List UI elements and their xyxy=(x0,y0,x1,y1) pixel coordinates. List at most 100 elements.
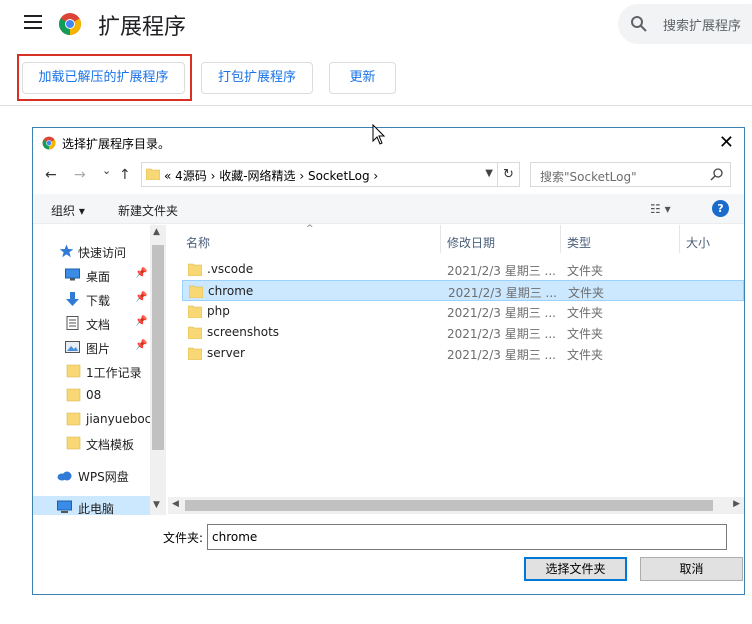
nav-item-desktop[interactable]: 桌面 📌 xyxy=(33,264,151,286)
mouse-cursor-icon xyxy=(372,124,386,145)
cloud-icon xyxy=(57,471,72,481)
organize-menu[interactable]: 组织 ▾ xyxy=(51,202,85,219)
column-label: 名称 xyxy=(186,236,211,250)
file-name: server xyxy=(207,346,245,360)
column-label: 大小 xyxy=(686,236,711,250)
cancel-button[interactable]: 取消 xyxy=(640,557,743,581)
file-date: 2021/2/3 星期三 ... xyxy=(447,327,556,341)
pin-icon: 📌 xyxy=(135,316,148,327)
extensions-header: 扩展程序 搜索扩展程序 xyxy=(0,0,752,48)
dialog-toolbar: 组织 ▾ 新建文件夹 ☷ ▾ ? xyxy=(33,194,744,224)
column-header-name[interactable]: 名称 xyxy=(176,225,441,253)
pin-icon: 📌 xyxy=(135,268,148,279)
dialog-title: 选择扩展程序目录。 xyxy=(62,137,171,151)
nav-item-folder-templates[interactable]: 文档模板 xyxy=(33,432,151,454)
folder-icon xyxy=(188,305,202,318)
help-icon[interactable]: ? xyxy=(712,200,729,217)
folder-icon xyxy=(189,285,203,298)
file-row[interactable]: server 2021/2/3 星期三 ... 文件夹 xyxy=(182,343,744,364)
close-icon[interactable]: ✕ xyxy=(719,132,734,153)
folder-icon xyxy=(188,263,202,276)
search-icon xyxy=(710,168,723,181)
pin-icon: 📌 xyxy=(135,292,148,303)
header-divider xyxy=(0,105,752,106)
nav-item-pictures[interactable]: 图片 📌 xyxy=(33,336,151,358)
nav-item-documents[interactable]: 文档 📌 xyxy=(33,312,151,334)
chrome-small-icon xyxy=(42,136,56,150)
star-icon xyxy=(59,244,74,258)
menu-icon[interactable] xyxy=(24,15,42,29)
nav-item-label: 1工作记录 xyxy=(86,366,142,380)
scroll-right-icon[interactable]: ▶ xyxy=(733,499,740,509)
page-title: 扩展程序 xyxy=(98,15,187,40)
nav-item-label: 此电脑 xyxy=(78,502,115,515)
column-header-date[interactable]: 修改日期 xyxy=(441,225,561,253)
folder-search-placeholder: 搜索"SocketLog" xyxy=(540,170,637,184)
folder-icon xyxy=(66,436,81,450)
up-arrow-icon[interactable]: ↑ xyxy=(119,167,131,183)
nav-item-label: 下载 xyxy=(86,294,111,308)
select-folder-dialog: 选择扩展程序目录。 ✕ ← → ⌄ ↑ « 4源码 › 收藏-网络精选 › So… xyxy=(32,127,745,595)
update-button[interactable]: 更新 xyxy=(329,62,396,94)
extensions-search[interactable]: 搜索扩展程序 xyxy=(618,4,752,44)
navigation-pane: 快速访问 桌面 📌 下载 📌 文档 📌 图片 📌 1工作记录 08 jianyu… xyxy=(33,225,166,515)
nav-item-folder-jianyueboc[interactable]: jianyueboc xyxy=(33,408,151,430)
folder-icon xyxy=(188,326,202,339)
nav-item-this-pc[interactable]: 此电脑 xyxy=(33,496,151,515)
file-name: .vscode xyxy=(207,262,254,276)
scrollbar-thumb[interactable] xyxy=(185,500,713,511)
nav-item-wps-cloud[interactable]: WPS网盘 xyxy=(33,464,151,486)
file-row[interactable]: .vscode 2021/2/3 星期三 ... 文件夹 xyxy=(182,259,744,280)
nav-item-label: 图片 xyxy=(86,342,111,356)
back-arrow-icon[interactable]: ← xyxy=(45,167,57,183)
new-folder-button[interactable]: 新建文件夹 xyxy=(118,202,178,219)
nav-item-folder-08[interactable]: 08 xyxy=(33,384,151,406)
nav-pane-scrollbar[interactable]: ▲ ▼ xyxy=(150,225,166,515)
file-row[interactable]: chrome 2021/2/3 星期三 ... 文件夹 xyxy=(182,280,744,301)
file-list-hscrollbar[interactable]: ◀ ▶ xyxy=(168,497,744,514)
address-bar[interactable]: « 4源码 › 收藏-网络精选 › SocketLog › ▼ xyxy=(141,162,498,187)
chevron-down-icon[interactable]: ▼ xyxy=(485,168,493,179)
file-row[interactable]: screenshots 2021/2/3 星期三 ... 文件夹 xyxy=(182,322,744,343)
folder-icon xyxy=(188,347,202,360)
file-type: 文件夹 xyxy=(567,306,604,320)
view-options-icon[interactable]: ☷ ▾ xyxy=(650,202,671,216)
recent-locations-icon[interactable]: ⌄ xyxy=(102,164,111,177)
chrome-logo-icon xyxy=(59,13,81,35)
nav-item-quick-access[interactable]: 快速访问 xyxy=(33,240,151,262)
column-header-size[interactable]: 大小 xyxy=(680,225,744,253)
file-name: php xyxy=(207,304,230,318)
file-type: 文件夹 xyxy=(567,264,604,278)
pin-icon: 📌 xyxy=(135,340,148,351)
scroll-left-icon[interactable]: ◀ xyxy=(172,499,179,509)
nav-item-label: 快速访问 xyxy=(78,246,127,260)
nav-item-label: jianyueboc xyxy=(86,412,152,426)
file-name: chrome xyxy=(208,284,254,298)
forward-arrow-icon[interactable]: → xyxy=(74,167,86,183)
nav-item-label: 文档模板 xyxy=(86,438,135,452)
file-type: 文件夹 xyxy=(567,348,604,362)
desktop-icon xyxy=(65,268,80,281)
scroll-up-icon[interactable]: ▲ xyxy=(153,227,160,237)
search-placeholder: 搜索扩展程序 xyxy=(663,19,742,34)
scroll-down-icon[interactable]: ▼ xyxy=(153,500,160,510)
column-header-type[interactable]: 类型 xyxy=(561,225,681,253)
select-folder-button[interactable]: 选择文件夹 xyxy=(524,557,627,581)
refresh-icon[interactable]: ↻ xyxy=(498,162,520,187)
file-date: 2021/2/3 星期三 ... xyxy=(448,286,557,300)
folder-icon xyxy=(66,388,81,402)
nav-item-label: WPS网盘 xyxy=(78,470,129,484)
nav-item-downloads[interactable]: 下载 📌 xyxy=(33,288,151,310)
picture-icon xyxy=(65,341,80,353)
nav-item-label: 桌面 xyxy=(86,270,111,284)
breadcrumb[interactable]: « 4源码 › 收藏-网络精选 › SocketLog › xyxy=(164,167,378,184)
nav-item-folder-1[interactable]: 1工作记录 xyxy=(33,360,151,382)
nav-item-label: 08 xyxy=(86,388,102,402)
folder-field-label: 文件夹: xyxy=(163,531,204,545)
folder-name-input[interactable] xyxy=(207,524,727,550)
scrollbar-thumb[interactable] xyxy=(152,245,164,450)
folder-search-input[interactable]: 搜索"SocketLog" xyxy=(530,162,731,187)
download-icon xyxy=(66,292,79,306)
pack-extension-button[interactable]: 打包扩展程序 xyxy=(201,62,313,94)
file-row[interactable]: php 2021/2/3 星期三 ... 文件夹 xyxy=(182,301,744,322)
